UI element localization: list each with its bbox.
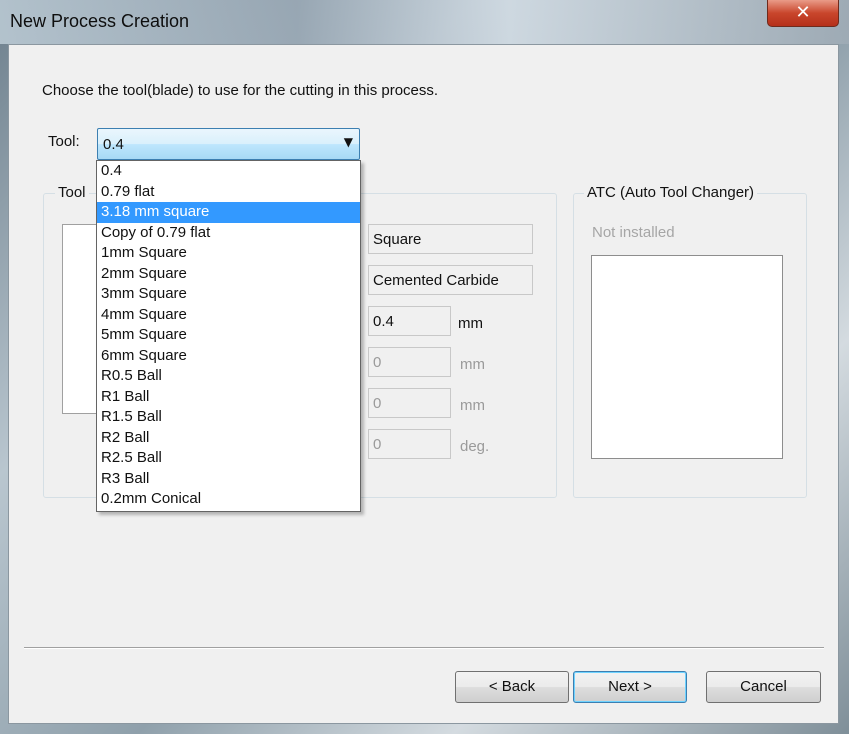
dropdown-option[interactable]: 1mm Square [97,243,360,264]
dropdown-option[interactable]: 4mm Square [97,305,360,326]
dropdown-option[interactable]: R1 Ball [97,387,360,408]
tool-group-title: Tool [55,184,89,201]
back-button[interactable]: < Back [455,671,569,703]
dropdown-option[interactable]: 3mm Square [97,284,360,305]
window-title: New Process Creation [10,11,190,31]
tool-diameter-unit: mm [458,315,483,332]
tool-combobox[interactable]: 0.4 ▼ [97,128,360,160]
dropdown-option[interactable]: Copy of 0.79 flat [97,223,360,244]
tool-field-2-unit: mm [460,356,485,373]
dropdown-option[interactable]: 0.79 flat [97,182,360,203]
tool-field-3: 0 [368,388,451,418]
dropdown-option[interactable]: R1.5 Ball [97,407,360,428]
dropdown-option[interactable]: R0.5 Ball [97,366,360,387]
tool-angle-field: 0 [368,429,451,459]
tool-field-3-unit: mm [460,397,485,414]
atc-group-title: ATC (Auto Tool Changer) [584,184,758,201]
dropdown-option[interactable]: R2.5 Ball [97,448,360,469]
tool-material-field: Cemented Carbide [368,265,533,295]
tool-diameter-field: 0.4 [368,306,451,336]
title-bar: New Process Creation ✕ [0,0,849,44]
tool-combobox-value: 0.4 [103,136,124,153]
dropdown-option[interactable]: R3 Ball [97,469,360,490]
next-button[interactable]: Next > [573,671,687,703]
dropdown-option[interactable]: 2mm Square [97,264,360,285]
tool-shape-field: Square [368,224,533,254]
tool-angle-unit: deg. [460,438,490,455]
tool-dropdown-list[interactable]: 0.4 0.79 flat 3.18 mm square Copy of 0.7… [96,160,361,512]
dropdown-option[interactable]: 5mm Square [97,325,360,346]
tool-field-2: 0 [368,347,451,377]
dropdown-option[interactable]: R2 Ball [97,428,360,449]
tool-preview-image [62,224,98,414]
close-icon: ✕ [795,2,811,23]
atc-status: Not installed [592,224,675,241]
dropdown-option[interactable]: 0.2mm Conical [97,489,360,510]
dropdown-arrow-icon: ▼ [343,135,353,149]
dropdown-option[interactable]: 6mm Square [97,346,360,367]
dropdown-option[interactable]: 0.4 [97,161,360,182]
close-button[interactable]: ✕ [767,0,839,27]
cancel-button[interactable]: Cancel [706,671,821,703]
tool-label: Tool: [48,133,80,150]
atc-tool-list[interactable] [591,255,783,459]
footer-separator [24,647,824,649]
dropdown-option-highlighted[interactable]: 3.18 mm square [97,202,360,223]
instruction-text: Choose the tool(blade) to use for the cu… [42,82,439,99]
